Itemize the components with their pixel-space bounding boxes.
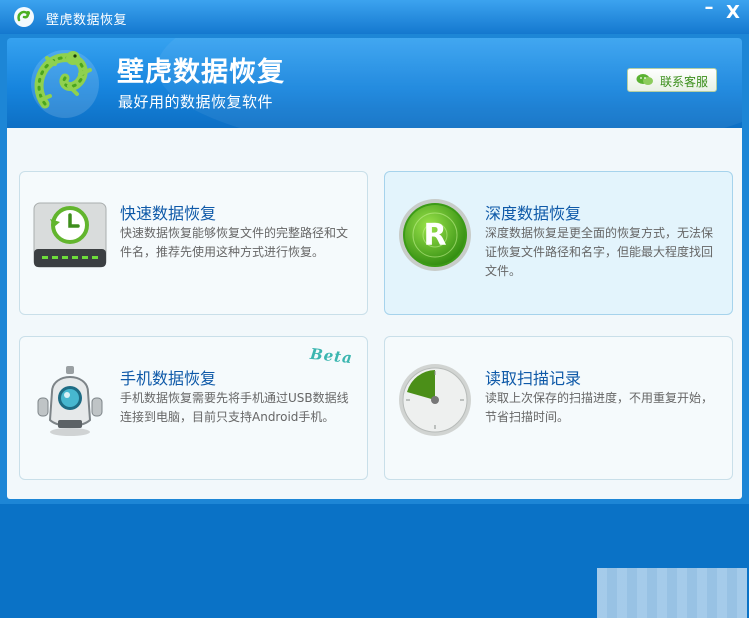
close-button[interactable]: X (722, 2, 744, 24)
minimize-button[interactable]: – (698, 0, 720, 19)
pixelated-watermark (597, 568, 747, 618)
contact-support-label: 联系客服 (660, 75, 709, 89)
card-title: 读取扫描记录 (485, 369, 582, 388)
svg-text:R: R (423, 218, 446, 253)
contact-support-button[interactable]: 联系客服 (627, 68, 717, 92)
card-title: 快速数据恢复 (120, 204, 217, 223)
gecko-mascot-icon (31, 50, 99, 118)
app-name: 壁虎数据恢复 (117, 57, 285, 88)
radar-r-icon: R (399, 199, 471, 271)
chat-bubble-icon (636, 74, 653, 85)
card-description: 深度数据恢复是更全面的恢复方式，无法保证恢复文件路径和名字，但能最大程度找回文件… (485, 226, 714, 278)
app-window: 壁虎数据恢复 – X 壁虎数据恢复 最好用的数据恢复软件 联系客服 快速数据恢复… (0, 0, 749, 618)
card-deep-recovery[interactable]: R 深度数据恢复 深度数据恢复是更全面的恢复方式，无法保证恢复文件路径和名字，但… (384, 171, 733, 315)
hard-drive-clock-icon (33, 202, 107, 268)
header-banner: 壁虎数据恢复 最好用的数据恢复软件 联系客服 (7, 38, 742, 128)
card-description: 手机数据恢复需要先将手机通过USB数据线连接到电脑，目前只支持Android手机… (120, 391, 349, 424)
beta-badge: Beta (309, 344, 354, 368)
card-description: 读取上次保存的扫描进度，不用重复开始，节省扫描时间。 (485, 391, 714, 424)
card-quick-recovery[interactable]: 快速数据恢复 快速数据恢复能够恢复文件的完整路径和文件名，推荐先使用这种方式进行… (19, 171, 368, 315)
card-title: 手机数据恢复 (120, 369, 217, 388)
card-description: 快速数据恢复能够恢复文件的完整路径和文件名，推荐先使用这种方式进行恢复。 (120, 226, 349, 259)
window-title: 壁虎数据恢复 (46, 13, 128, 28)
card-title: 深度数据恢复 (485, 204, 582, 223)
card-phone-recovery[interactable]: Beta 手机数据恢复 手机数据恢复需要先将手机通过USB数据线连接到电脑，目前… (19, 336, 368, 480)
dial-gauge-icon (399, 364, 471, 436)
title-bar[interactable]: 壁虎数据恢复 – X (0, 0, 749, 34)
card-load-scan-record[interactable]: 读取扫描记录 读取上次保存的扫描进度，不用重复开始，节省扫描时间。 (384, 336, 733, 480)
main-content: 快速数据恢复 快速数据恢复能够恢复文件的完整路径和文件名，推荐先使用这种方式进行… (7, 128, 747, 618)
app-slogan: 最好用的数据恢复软件 (118, 93, 274, 111)
robot-icon (37, 366, 103, 436)
gecko-logo-icon (14, 7, 34, 27)
